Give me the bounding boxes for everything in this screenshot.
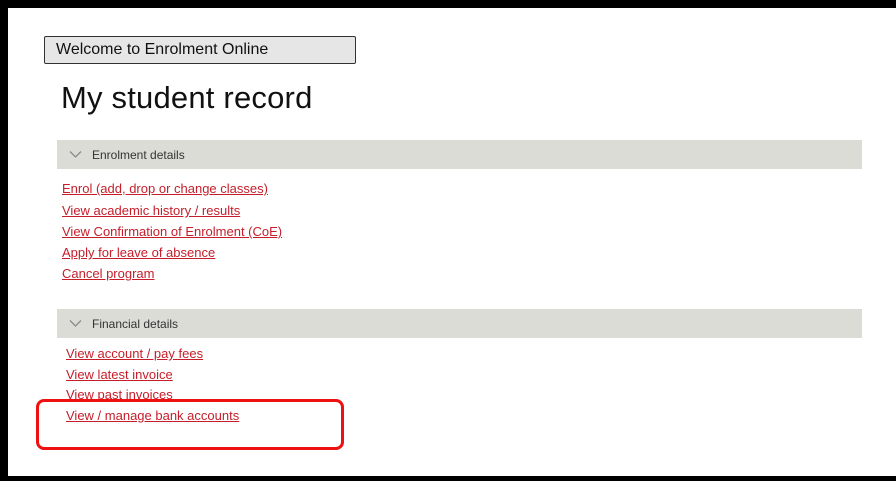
confirmation-of-enrolment-link[interactable]: View Confirmation of Enrolment (CoE) [62, 224, 282, 240]
chevron-down-icon [69, 319, 82, 328]
page-title: My student record [61, 80, 313, 115]
section-title-enrolment: Enrolment details [92, 147, 185, 162]
welcome-button[interactable]: Welcome to Enrolment Online [44, 36, 356, 64]
cancel-program-link[interactable]: Cancel program [62, 266, 155, 282]
window-frame-bottom [0, 476, 896, 481]
section-title-financial: Financial details [92, 316, 179, 331]
window-frame-top [0, 0, 896, 8]
academic-history-link[interactable]: View academic history / results [62, 203, 240, 219]
enrol-link[interactable]: Enrol (add, drop or change classes) [62, 181, 268, 197]
section-header-financial[interactable]: Financial details [57, 309, 862, 338]
leave-of-absence-link[interactable]: Apply for leave of absence [62, 245, 215, 261]
pay-fees-link[interactable]: View account / pay fees [66, 346, 203, 362]
section-header-enrolment[interactable]: Enrolment details [57, 140, 862, 169]
highlight-annotation-box [36, 399, 344, 450]
latest-invoice-link[interactable]: View latest invoice [66, 367, 173, 383]
window-frame-left [0, 0, 8, 481]
chevron-down-icon [69, 150, 82, 159]
